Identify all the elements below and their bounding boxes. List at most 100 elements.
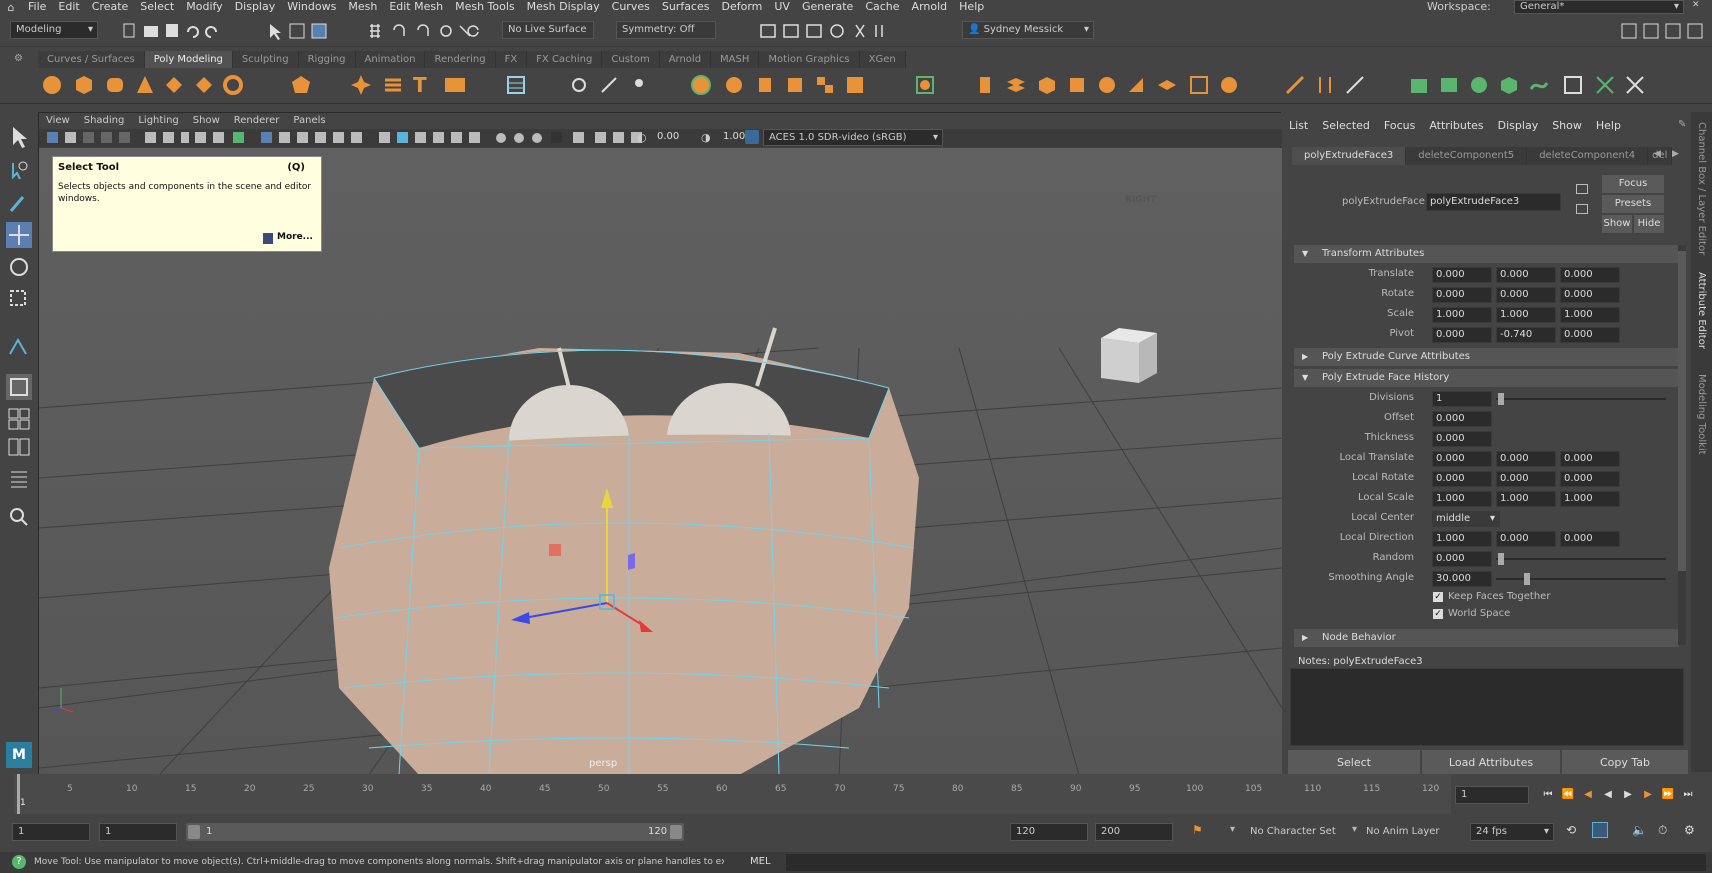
animation-start-field[interactable]: 1: [12, 823, 90, 841]
render-icons[interactable]: [758, 20, 918, 42]
search-icon[interactable]: [6, 504, 32, 530]
live-surface-field[interactable]: No Live Surface: [502, 21, 594, 39]
home-icon[interactable]: ⌂: [0, 1, 22, 14]
menu-help[interactable]: Help: [953, 0, 990, 14]
outliner-icon[interactable]: [6, 466, 32, 492]
character-set-chevron-icon[interactable]: ▾: [1230, 824, 1235, 835]
ae-menu-show[interactable]: Show: [1545, 119, 1589, 132]
poly-plane-icon[interactable]: [163, 74, 185, 96]
play-backward-icon[interactable]: ◀: [1601, 788, 1615, 802]
local-direction-y-field[interactable]: 0.000: [1496, 531, 1556, 547]
circularize-icon[interactable]: [1218, 74, 1240, 96]
pivot-y-field[interactable]: -0.740: [1496, 327, 1556, 343]
translate-z-field[interactable]: 0.000: [1560, 267, 1620, 283]
type-tool-icon[interactable]: T: [413, 74, 435, 96]
gamma-icon[interactable]: ◑: [701, 131, 711, 144]
shelf-tab-fx[interactable]: FX: [495, 51, 528, 68]
append-icon[interactable]: [1066, 74, 1088, 96]
ae-menu-attributes[interactable]: Attributes: [1422, 119, 1490, 132]
loop-icon[interactable]: ⟲: [1566, 823, 1576, 837]
step-forward-key-icon[interactable]: ⏩: [1661, 788, 1675, 802]
anim-layer-dropdown[interactable]: No Anim Layer: [1360, 823, 1460, 841]
divisions-slider-handle[interactable]: [1498, 393, 1504, 405]
menu-cache[interactable]: Cache: [859, 0, 905, 14]
input-connection-icon[interactable]: [1576, 184, 1588, 194]
node-name-field[interactable]: polyExtrudeFace3: [1426, 193, 1561, 211]
range-slider[interactable]: 1 120: [186, 823, 684, 841]
ae-tab-deletecomponent5[interactable]: deleteComponent5: [1406, 147, 1528, 165]
ae-scrollbar[interactable]: [1678, 245, 1686, 645]
vp-menu-view[interactable]: View: [39, 113, 77, 129]
shelf-tab-rendering[interactable]: Rendering: [425, 51, 496, 68]
offset-edge-loop-icon[interactable]: [1344, 74, 1366, 96]
audio-icon[interactable]: 🔈: [1632, 823, 1647, 837]
local-rotate-x-field[interactable]: 0.000: [1432, 471, 1492, 487]
ae-scrollbar-thumb[interactable]: [1678, 251, 1686, 571]
menu-surfaces[interactable]: Surfaces: [656, 0, 716, 14]
node-behavior-section[interactable]: ▶ Node Behavior: [1294, 629, 1679, 647]
menu-edit[interactable]: Edit: [52, 0, 85, 14]
two-view-icon[interactable]: [6, 434, 32, 460]
uv-sew-icon[interactable]: [1624, 74, 1646, 96]
four-view-icon[interactable]: [6, 406, 32, 432]
select-button[interactable]: Select: [1288, 750, 1420, 776]
menu-windows[interactable]: Windows: [281, 0, 342, 14]
fps-dropdown[interactable]: 24 fps ▾: [1470, 823, 1554, 841]
rotate-x-field[interactable]: 0.000: [1432, 287, 1492, 303]
insert-edge-loop-icon[interactable]: [1314, 74, 1336, 96]
ae-tab-deletecomponent4[interactable]: deleteComponent4: [1527, 147, 1649, 165]
ae-tab-polyextrudeface3[interactable]: polyExtrudeFace3: [1292, 147, 1407, 165]
file-tools-icons[interactable]: [120, 20, 360, 42]
extrude-icon[interactable]: [974, 74, 996, 96]
pin-icon[interactable]: ✎: [1678, 119, 1686, 130]
menu-select[interactable]: Select: [134, 0, 180, 14]
local-rotate-y-field[interactable]: 0.000: [1496, 471, 1556, 487]
shelf-settings-icon[interactable]: ⚙: [14, 53, 24, 65]
bevel-icon[interactable]: [1036, 74, 1058, 96]
retopo-icon[interactable]: [914, 74, 936, 96]
ae-menu-selected[interactable]: Selected: [1315, 119, 1377, 132]
remesh-icon[interactable]: [844, 74, 866, 96]
play-forward-icon[interactable]: ▶: [1621, 788, 1635, 802]
range-slider-start-handle[interactable]: [188, 825, 200, 839]
local-translate-y-field[interactable]: 0.000: [1496, 451, 1556, 467]
single-view-icon[interactable]: [6, 374, 32, 400]
layout-toggle-icons[interactable]: [1618, 20, 1708, 42]
local-rotate-z-field[interactable]: 0.000: [1560, 471, 1620, 487]
boolean-icon[interactable]: [814, 74, 836, 96]
local-center-dropdown[interactable]: middle ▾: [1432, 511, 1500, 527]
menu-generate[interactable]: Generate: [796, 0, 859, 14]
current-frame-field[interactable]: 1: [1455, 786, 1529, 804]
poly-extrude-curve-section[interactable]: ▶ Poly Extrude Curve Attributes: [1294, 348, 1679, 366]
local-direction-x-field[interactable]: 1.000: [1432, 531, 1492, 547]
soft-select-icon[interactable]: [6, 334, 32, 360]
animation-prefs-icon[interactable]: ⚙: [1684, 823, 1695, 837]
poly-cone-icon[interactable]: [134, 74, 156, 96]
go-to-start-icon[interactable]: ⏮: [1541, 788, 1555, 802]
fill-hole-icon[interactable]: [1096, 74, 1118, 96]
scale-y-field[interactable]: 1.000: [1496, 307, 1556, 323]
uv-planar-icon[interactable]: [1438, 74, 1460, 96]
step-forward-frame-icon[interactable]: ▶: [1641, 788, 1655, 802]
keep-faces-together-checkbox[interactable]: ✓: [1433, 592, 1443, 602]
output-connection-icon[interactable]: [1576, 204, 1588, 214]
focus-button[interactable]: Focus: [1602, 175, 1664, 193]
workspace-dropdown[interactable]: General* ▾: [1514, 0, 1684, 14]
rotate-z-field[interactable]: 0.000: [1560, 287, 1620, 303]
gamma-value[interactable]: 1.00: [723, 131, 745, 142]
multi-cut-icon[interactable]: [1284, 74, 1306, 96]
sweep-mesh-icon[interactable]: [382, 74, 404, 96]
world-space-checkbox[interactable]: ✓: [1433, 609, 1443, 619]
poly-cylinder-icon[interactable]: [104, 74, 126, 96]
load-attributes-button[interactable]: Load Attributes: [1422, 750, 1560, 776]
platonic-solid-icon[interactable]: [290, 74, 312, 96]
animation-end-field[interactable]: 200: [1095, 823, 1173, 841]
menu-file[interactable]: File: [22, 0, 52, 14]
combine-icon[interactable]: [690, 74, 712, 96]
copy-tab-button[interactable]: Copy Tab: [1562, 750, 1688, 776]
shelf-tab-arnold[interactable]: Arnold: [659, 51, 712, 68]
side-tab-channel-box[interactable]: Channel Box / Layer Editor: [1696, 122, 1707, 255]
anim-layer-chevron-icon[interactable]: ▾: [1352, 824, 1357, 835]
vertex-select-icon[interactable]: [628, 74, 650, 96]
shelf-tab-custom[interactable]: Custom: [602, 51, 660, 68]
